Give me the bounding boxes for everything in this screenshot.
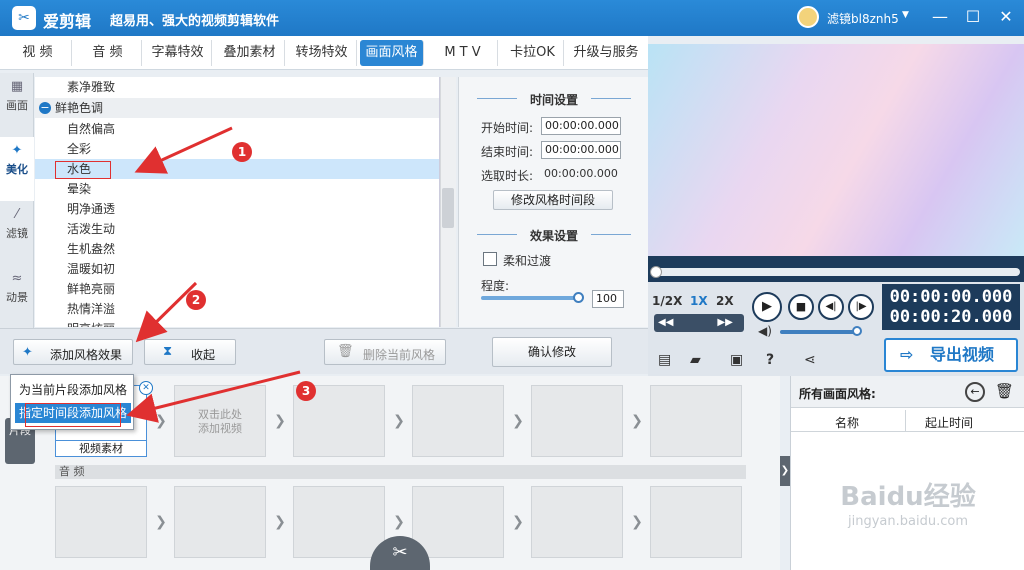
annotation-arrows [126,126,301,423]
annotation-arrow-3 [126,370,301,423]
annotation-arrow-2 [135,281,198,343]
annotation-arrow-1 [134,126,233,174]
